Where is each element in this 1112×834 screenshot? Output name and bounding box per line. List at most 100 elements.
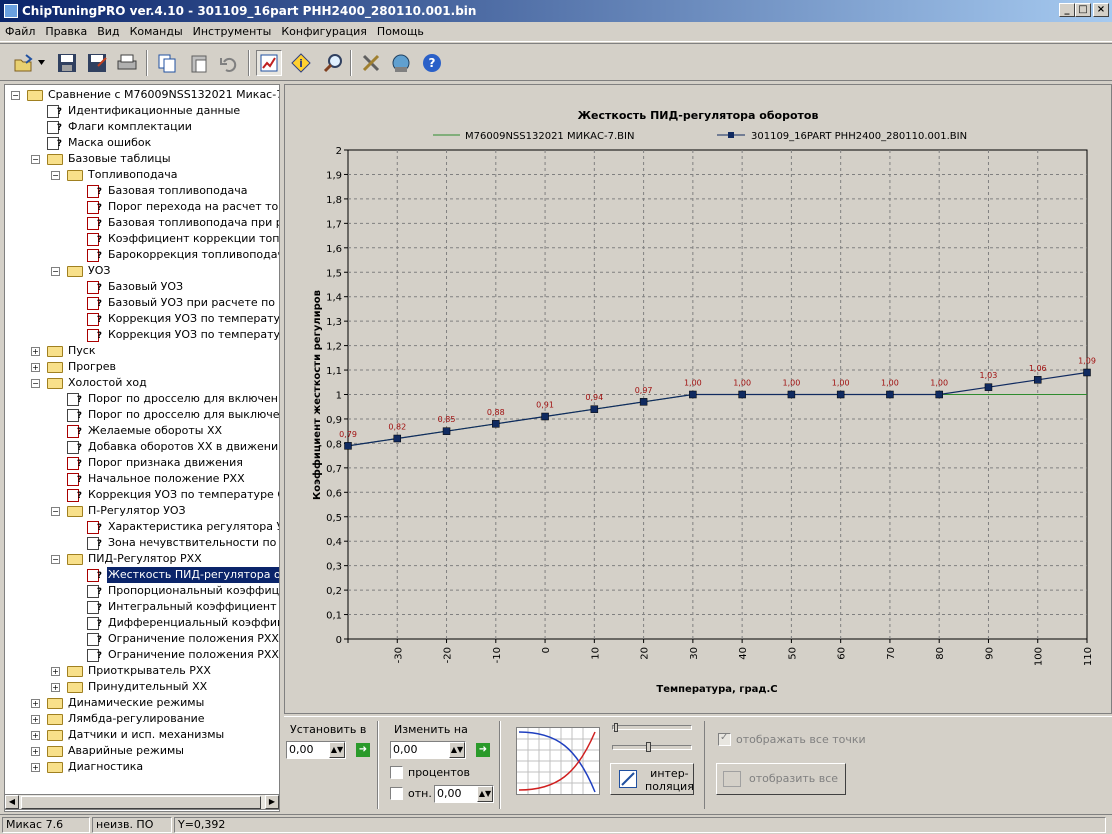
- menu-edit[interactable]: Правка: [40, 22, 92, 41]
- tree-item[interactable]: Коррекция УОЗ по температуре: [5, 327, 279, 344]
- collapse-icon[interactable]: −: [11, 91, 20, 100]
- tree-item[interactable]: Базовый УОЗ при расчете по дро: [5, 295, 279, 312]
- data-point[interactable]: [738, 390, 746, 399]
- set-spin-icon[interactable]: ▲▼: [329, 742, 345, 758]
- collapse-icon[interactable]: −: [51, 555, 60, 564]
- expand-icon[interactable]: +: [31, 715, 40, 724]
- tree-item[interactable]: − П-Регулятор УОЗ: [5, 503, 279, 519]
- scroll-right-icon[interactable]: ▶: [265, 795, 279, 809]
- open-icon[interactable]: [10, 50, 36, 76]
- data-point[interactable]: [1033, 376, 1042, 384]
- tree-item[interactable]: Начальное положение РХХ: [5, 471, 279, 488]
- tree-item[interactable]: Жесткость ПИД-регулятора обор: [5, 567, 279, 584]
- expand-icon[interactable]: +: [31, 763, 40, 772]
- interpolation-button[interactable]: интер-поляция: [610, 763, 694, 795]
- slider-bottom-thumb[interactable]: [646, 742, 651, 752]
- close-button[interactable]: ×: [1093, 3, 1109, 17]
- minimize-button[interactable]: _: [1059, 3, 1075, 17]
- tree-item[interactable]: − ПИД-Регулятор РХХ: [5, 551, 279, 567]
- tree-item[interactable]: − УОЗ: [5, 263, 279, 279]
- tree-item[interactable]: Порог перехода на расчет топлив: [5, 199, 279, 216]
- network-icon[interactable]: [388, 50, 414, 76]
- collapse-icon[interactable]: −: [31, 155, 40, 164]
- line-chart[interactable]: 00,10,20,30,40,50,60,70,80,911,11,21,31,…: [285, 85, 1111, 713]
- data-point[interactable]: [639, 398, 648, 406]
- tree-item[interactable]: − Топливоподача: [5, 167, 279, 183]
- maximize-button[interactable]: □: [1075, 3, 1091, 17]
- tree-item[interactable]: Добавка оборотов ХХ в движении: [5, 439, 279, 456]
- data-point[interactable]: [442, 427, 451, 435]
- tree-item[interactable]: + Принудительный ХХ: [5, 679, 279, 695]
- info-icon[interactable]: i: [288, 50, 314, 76]
- data-point[interactable]: [935, 390, 943, 399]
- graph-view-icon[interactable]: [256, 50, 282, 76]
- menu-config[interactable]: Конфигурация: [276, 22, 372, 41]
- tree-item[interactable]: Пропорциональный коэффициен: [5, 583, 279, 600]
- tree-item[interactable]: Дифференциальный коэффициен: [5, 615, 279, 632]
- save-as-icon[interactable]: [84, 50, 110, 76]
- tree-item[interactable]: Порог по дросселю для включения р: [5, 391, 279, 408]
- data-point[interactable]: [689, 390, 697, 399]
- data-point[interactable]: [541, 412, 549, 421]
- tree-item[interactable]: Коэффициент коррекции топливо: [5, 231, 279, 248]
- tools-icon[interactable]: [358, 50, 384, 76]
- help-icon[interactable]: ?: [419, 50, 445, 76]
- show-all-button[interactable]: отобразить все: [716, 763, 846, 795]
- tree-item[interactable]: + Динамические режимы: [5, 695, 279, 711]
- collapse-icon[interactable]: −: [51, 507, 60, 516]
- tree-item[interactable]: Порог признака движения: [5, 455, 279, 472]
- slider-top-thumb[interactable]: [614, 723, 618, 732]
- relative-checkbox[interactable]: [390, 787, 403, 800]
- tree-item[interactable]: Порог по дросселю для выключения: [5, 407, 279, 424]
- tree-item[interactable]: Барокоррекция топливоподачи: [5, 247, 279, 264]
- tree-view[interactable]: − Сравнение с M76009NSS132021 Микас-7.bin…: [4, 84, 280, 812]
- menu-tools[interactable]: Инструменты: [188, 22, 277, 41]
- scroll-left-icon[interactable]: ◀: [5, 795, 19, 809]
- scroll-thumb[interactable]: [21, 796, 261, 809]
- menu-view[interactable]: Вид: [92, 22, 124, 41]
- tree-item[interactable]: Зона нечувствительности по обо: [5, 535, 279, 552]
- expand-icon[interactable]: +: [31, 699, 40, 708]
- expand-icon[interactable]: +: [51, 683, 60, 692]
- collapse-icon[interactable]: −: [51, 171, 60, 180]
- open-dropdown-icon[interactable]: [36, 50, 48, 76]
- tree-item[interactable]: Базовая топливоподача при расч: [5, 215, 279, 232]
- expand-icon[interactable]: +: [31, 731, 40, 740]
- slider-bottom[interactable]: [612, 745, 692, 750]
- search-icon[interactable]: [320, 50, 346, 76]
- data-point[interactable]: [984, 383, 993, 391]
- undo-icon[interactable]: [216, 50, 242, 76]
- data-point[interactable]: [1083, 368, 1091, 377]
- tree-item[interactable]: Коррекция УОЗ по температуре ОЖ: [5, 487, 279, 504]
- menu-file[interactable]: Файл: [0, 22, 40, 41]
- tree-item[interactable]: + Аварийные режимы: [5, 743, 279, 759]
- tree-item[interactable]: + Прогрев: [5, 359, 279, 375]
- data-point[interactable]: [787, 390, 796, 399]
- data-point[interactable]: [344, 442, 352, 450]
- relative-spin-icon[interactable]: ▲▼: [477, 786, 493, 802]
- tree-item[interactable]: + Пуск: [5, 343, 279, 359]
- tree-item[interactable]: + Приоткрыватель РХХ: [5, 663, 279, 679]
- data-point[interactable]: [886, 390, 894, 399]
- collapse-icon[interactable]: −: [51, 267, 60, 276]
- show-all-points-checkbox[interactable]: ✓: [718, 732, 731, 746]
- set-apply-button[interactable]: ➜: [356, 743, 370, 757]
- percent-checkbox[interactable]: [390, 766, 403, 779]
- save-icon[interactable]: [54, 50, 80, 76]
- tree-item[interactable]: Идентификационные данные: [5, 103, 279, 120]
- expand-icon[interactable]: +: [31, 363, 40, 372]
- print-icon[interactable]: [114, 50, 140, 76]
- tree-item[interactable]: − Базовые таблицы: [5, 151, 279, 167]
- tree-item[interactable]: Флаги комплектации: [5, 119, 279, 136]
- menu-help[interactable]: Помощь: [372, 22, 429, 41]
- expand-icon[interactable]: +: [31, 747, 40, 756]
- data-point[interactable]: [492, 420, 500, 428]
- tree-item[interactable]: Базовый УОЗ: [5, 279, 279, 296]
- copy-icon[interactable]: [154, 50, 180, 76]
- data-point[interactable]: [393, 434, 402, 443]
- data-point[interactable]: [590, 405, 599, 413]
- tree-item[interactable]: Характеристика регулятора УОЗ: [5, 519, 279, 536]
- tree-item[interactable]: Коррекция УОЗ по температуре: [5, 311, 279, 328]
- change-spin-icon[interactable]: ▲▼: [449, 742, 465, 758]
- paste-icon[interactable]: [186, 50, 212, 76]
